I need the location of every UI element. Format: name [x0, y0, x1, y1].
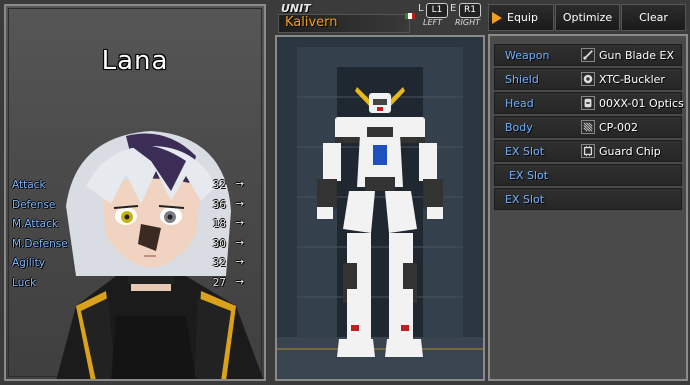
slot-item: Gun Blade EX: [599, 49, 675, 62]
slot-label: Shield: [505, 73, 539, 86]
optimize-button[interactable]: Optimize: [555, 4, 620, 31]
slot-item: Guard Chip: [599, 145, 661, 158]
right-hint: RIGHT: [455, 18, 481, 27]
slot-label: Head: [505, 97, 534, 110]
arrow-right-icon: →: [235, 217, 244, 230]
equip-label: Equip: [507, 11, 538, 24]
slot-item: CP-002: [599, 121, 639, 134]
slot-item: XTC-Buckler: [599, 73, 665, 86]
play-arrow-icon: [492, 12, 502, 24]
flag-icon: [405, 4, 415, 19]
arrow-right-icon: →: [235, 236, 244, 249]
arrow-right-icon: →: [235, 275, 244, 288]
character-panel: Lana Attack 32 → Defense 36 → M.Attack 1…: [4, 4, 266, 381]
clear-button[interactable]: Clear: [621, 4, 686, 31]
shield-icon: [581, 72, 595, 86]
slot-label: EX Slot: [505, 145, 545, 158]
slot-ex-1[interactable]: EX Slot Guard Chip: [494, 140, 682, 162]
stat-value: 36: [212, 198, 226, 211]
stat-label: Attack: [12, 179, 46, 191]
armor-icon: [581, 120, 595, 134]
slot-item: 00XX-01 Optics: [599, 97, 684, 110]
stat-agility: Agility 32 →: [12, 254, 252, 274]
left-hint: LEFT: [423, 18, 442, 27]
arrow-right-icon: →: [235, 256, 244, 269]
stat-m-attack: M.Attack 18 →: [12, 215, 252, 235]
equipment-panel: Weapon Gun Blade EX Shield XTC-Buckler H…: [488, 34, 688, 381]
unit-name-box: Kalivern: [278, 14, 410, 33]
slot-weapon[interactable]: Weapon Gun Blade EX: [494, 44, 682, 66]
stat-value: 30: [212, 237, 226, 250]
stat-value: 27: [212, 276, 226, 289]
hint-letter: E: [450, 3, 457, 14]
sword-icon: [581, 48, 595, 62]
arrow-right-icon: →: [235, 178, 244, 190]
r1-key-icon[interactable]: R1: [459, 3, 481, 18]
slot-label: Weapon: [505, 49, 550, 62]
slot-body[interactable]: Body CP-002: [494, 116, 682, 138]
stats-list: Attack 32 → Defense 36 → M.Attack 18 → M…: [12, 176, 252, 294]
stat-value: 32: [212, 257, 226, 270]
optimize-label: Optimize: [562, 11, 613, 24]
slot-label: Body: [505, 121, 533, 134]
character-name: Lana: [101, 46, 169, 76]
chip-icon: [581, 144, 595, 158]
unit-preview: [275, 35, 485, 381]
stat-label: M.Defense: [12, 237, 68, 250]
hint-letter: L: [418, 3, 424, 14]
stat-value: 32: [212, 179, 226, 191]
slot-label: EX Slot: [509, 169, 549, 182]
slot-label: EX Slot: [505, 193, 545, 206]
stat-label: Agility: [12, 257, 45, 270]
stat-attack: Attack 32 →: [12, 176, 252, 196]
stat-label: M.Attack: [12, 218, 58, 231]
stat-label: Defense: [12, 198, 56, 211]
slot-shield[interactable]: Shield XTC-Buckler: [494, 68, 682, 90]
arrow-right-icon: →: [235, 197, 244, 210]
stat-luck: Luck 27 →: [12, 274, 252, 294]
unit-name: Kalivern: [285, 15, 338, 30]
helmet-icon: [581, 96, 595, 110]
stat-label: Luck: [12, 276, 37, 289]
unit-header: UNIT Kalivern L L1 E R1 LEFT RIGHT: [274, 1, 484, 33]
slot-head[interactable]: Head 00XX-01 Optics: [494, 92, 684, 114]
stat-value: 18: [212, 218, 226, 231]
clear-label: Clear: [639, 11, 668, 24]
action-bar: Equip Optimize Clear: [488, 4, 688, 31]
equip-button[interactable]: Equip: [488, 4, 554, 31]
stat-defense: Defense 36 →: [12, 196, 252, 216]
robot-illustration: [277, 37, 483, 379]
slot-ex-3[interactable]: EX Slot: [494, 188, 682, 210]
slot-ex-2[interactable]: EX Slot: [494, 164, 682, 186]
stat-m-defense: M.Defense 30 →: [12, 235, 252, 255]
l1-key-icon[interactable]: L1: [426, 3, 448, 18]
